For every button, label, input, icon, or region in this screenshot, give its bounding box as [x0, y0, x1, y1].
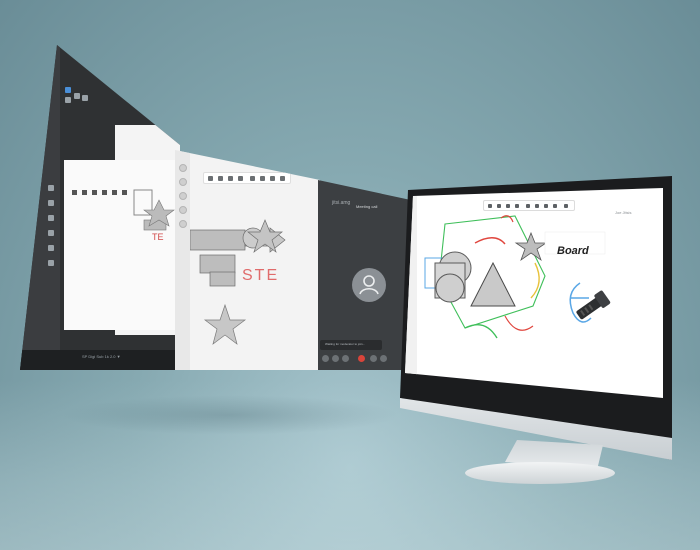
green-stroke: [464, 324, 498, 339]
whiteboard-canvas[interactable]: TE: [64, 160, 180, 330]
red-text: STE: [242, 267, 279, 284]
star-icon: [514, 231, 548, 262]
left-toolbar: [175, 150, 190, 370]
pointer-icon[interactable]: [179, 164, 187, 172]
tool-chip: [72, 190, 77, 195]
star-shape: [203, 303, 247, 345]
pencil-icon[interactable]: [179, 178, 187, 186]
status-text: SP Digi Sub 1k 2.0 ▼: [82, 354, 121, 359]
brush-icon[interactable]: [228, 176, 233, 181]
share-button[interactable]: [342, 355, 349, 362]
whiteboard-canvas[interactable]: [405, 188, 663, 398]
tool-chip: [112, 190, 117, 195]
shape-rect: [199, 254, 236, 274]
tool-chip: [82, 190, 87, 195]
line-icon[interactable]: [250, 176, 255, 181]
hand-icon[interactable]: [48, 200, 54, 206]
notification-text: Waiting for moderator to join...: [325, 342, 366, 346]
canvas-drawing: TE: [72, 189, 175, 242]
flashlight-icon: [576, 290, 611, 320]
shape-rect: [190, 229, 246, 251]
end-call-button[interactable]: [358, 355, 365, 362]
window-title: Meeting call: [356, 204, 378, 209]
text-icon[interactable]: [179, 220, 187, 228]
app-logo: jitsi.amg: [332, 200, 351, 206]
panel-shadow: [60, 395, 400, 435]
grid-icon[interactable]: [48, 245, 54, 251]
select-icon[interactable]: [208, 176, 213, 181]
eraser-icon[interactable]: [65, 97, 71, 103]
text-icon[interactable]: [82, 95, 88, 101]
board-label: Board: [557, 245, 589, 257]
text-icon[interactable]: [280, 176, 285, 181]
avatar: [352, 268, 386, 302]
panel-whiteboard-light: STE: [175, 150, 320, 370]
fill-icon[interactable]: [238, 176, 243, 181]
tool-sidebar: [20, 45, 88, 370]
pencil-icon[interactable]: [65, 87, 71, 93]
more-button[interactable]: [380, 355, 387, 362]
tool-chip: [92, 190, 97, 195]
shape-icon[interactable]: [270, 176, 275, 181]
settings-icon[interactable]: [48, 260, 54, 266]
imac-base: [465, 462, 615, 484]
tool-chip: [102, 190, 107, 195]
eraser-icon[interactable]: [179, 192, 187, 200]
camera-button[interactable]: [332, 355, 339, 362]
pencil-icon[interactable]: [218, 176, 223, 181]
mic-button[interactable]: [322, 355, 329, 362]
red-stroke: [474, 237, 506, 245]
shape-icon[interactable]: [74, 93, 80, 99]
circle-shape: [435, 273, 465, 303]
shape-rect: [209, 271, 236, 287]
zoom-icon[interactable]: [48, 215, 54, 221]
layers-icon[interactable]: [48, 230, 54, 236]
chat-button[interactable]: [370, 355, 377, 362]
shape-icon[interactable]: [179, 206, 187, 214]
red-stroke: [504, 315, 534, 331]
status-bar: [20, 350, 180, 370]
red-text: TE: [152, 232, 164, 242]
top-toolbar: [203, 172, 291, 184]
panel-whiteboard-dark: TE SP Digi Sub 1k 2.0 ▼: [20, 45, 180, 370]
circle-icon[interactable]: [260, 176, 265, 181]
tool-chip: [122, 190, 127, 195]
imac-screen: Joe Jitsis Board: [405, 188, 663, 398]
select-icon[interactable]: [48, 185, 54, 191]
whiteboard-canvas[interactable]: STE: [190, 210, 320, 370]
triangle-shape: [470, 261, 516, 307]
user-icon: [359, 275, 379, 295]
